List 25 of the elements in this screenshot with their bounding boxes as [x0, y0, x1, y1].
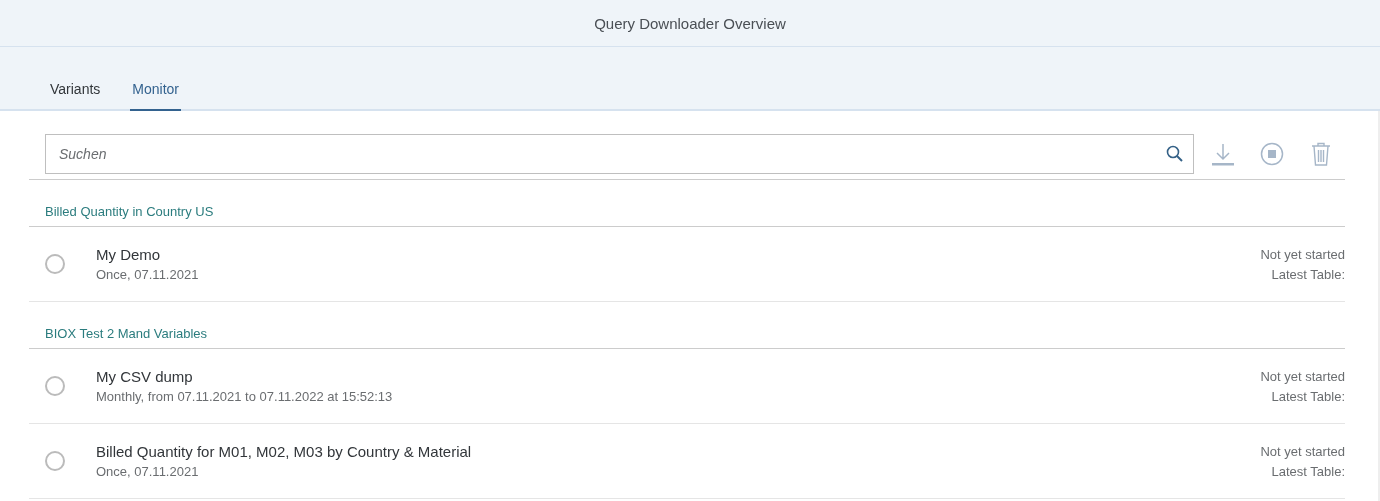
tab[interactable]: Monitor — [130, 81, 181, 111]
radio-button[interactable] — [45, 451, 65, 471]
job-status: Not yet started — [1260, 246, 1345, 262]
stop-icon — [1259, 142, 1284, 166]
job-schedule: Monthly, from 07.11.2021 to 07.11.2022 at 15:52:13 — [96, 389, 394, 404]
latest-table-label: Latest Table: — [1271, 266, 1345, 282]
search-field[interactable]: Suchen — [45, 134, 1194, 174]
tab[interactable]: Variants — [48, 81, 103, 111]
job-name: My CSV dump — [96, 368, 194, 385]
job-name: My Demo — [96, 246, 162, 263]
download-icon — [1210, 142, 1235, 166]
job-schedule: Once, 07.11.2021 — [96, 464, 200, 479]
radio-button[interactable] — [45, 254, 65, 274]
search-icon[interactable] — [1166, 145, 1184, 163]
latest-table-label: Latest Table: — [1271, 388, 1345, 404]
latest-table-label: Latest Table: — [1271, 463, 1345, 479]
job-schedule: Once, 07.11.2021 — [96, 267, 200, 282]
job-name: Billed Quantity for M01, M02, M03 by Country & Material — [96, 443, 473, 460]
job-status: Not yet started — [1260, 443, 1345, 459]
trash-icon — [1309, 142, 1332, 166]
group-title: Billed Quantity in Country US — [29, 180, 1345, 227]
radio-button[interactable] — [45, 376, 65, 396]
group-title: BIOX Test 2 Mand Variables — [29, 302, 1345, 349]
window-title: Query Downloader Overview — [594, 14, 786, 32]
job-status: Not yet started — [1260, 368, 1345, 384]
